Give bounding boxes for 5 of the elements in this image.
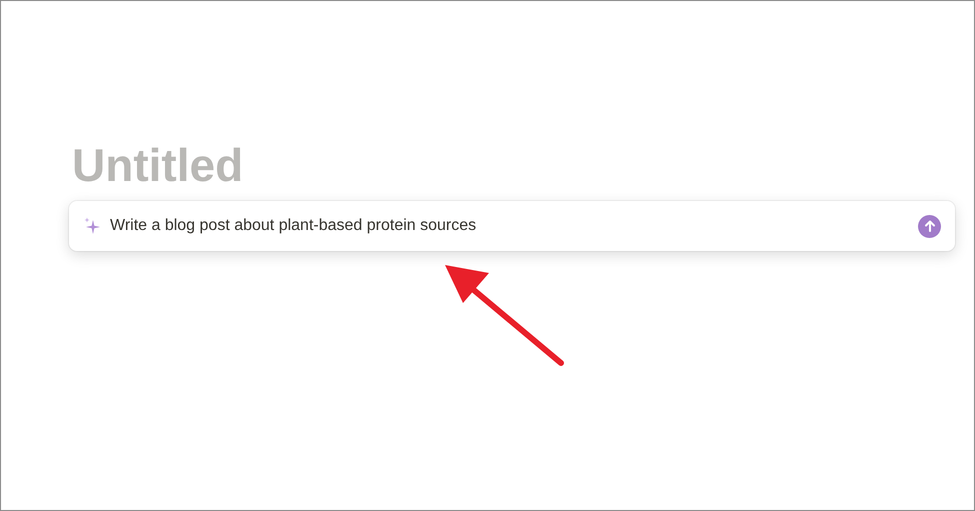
- sparkle-icon: [83, 217, 101, 235]
- page-title: Untitled: [72, 138, 244, 193]
- send-button[interactable]: [918, 214, 941, 238]
- prompt-field[interactable]: Write a blog post about plant-based protein sources: [110, 214, 909, 238]
- arrow-up-icon: [924, 220, 936, 232]
